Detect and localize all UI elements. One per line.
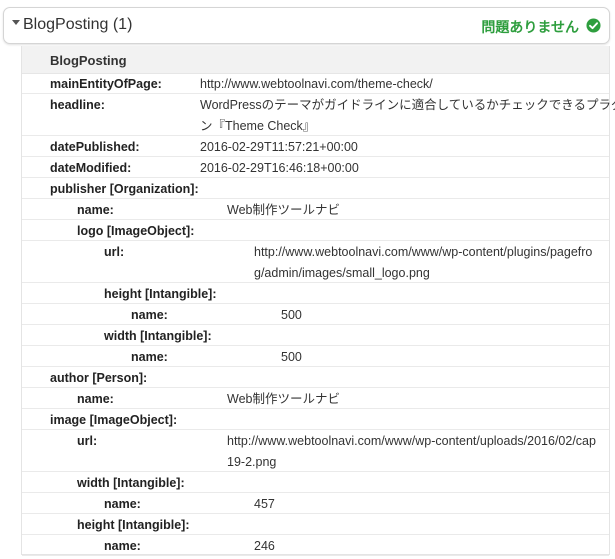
- property-row: height [Intangible]:: [22, 514, 609, 535]
- property-row: dateModified: 2016-02-29T16:46:18+00:00: [22, 157, 609, 178]
- status-text: 問題ありません: [481, 19, 579, 35]
- item-type-bar: BlogPosting: [22, 46, 609, 74]
- property-key: width [Intangible]:: [77, 476, 185, 490]
- property-row: headline: WordPressのテーマがガイドラインに適合しているかチェッ…: [22, 94, 615, 136]
- property-value: 2016-02-29T16:46:18+00:00: [200, 158, 359, 179]
- property-value-line: Web制作ツールナビ: [227, 392, 340, 406]
- property-key: height [Intangible]:: [77, 518, 190, 532]
- property-value: http://www.webtoolnavi.com/theme-check/: [200, 74, 433, 95]
- property-key: author [Person]:: [50, 371, 148, 385]
- property-key: name:: [104, 539, 141, 553]
- property-key: dateModified:: [50, 161, 132, 175]
- property-value: 246: [254, 536, 275, 557]
- property-key: name:: [77, 392, 114, 406]
- property-value: 500: [281, 305, 302, 326]
- property-row: name: 457: [22, 493, 609, 514]
- property-row: height [Intangible]:: [22, 283, 609, 304]
- property-key: datePublished:: [50, 140, 140, 154]
- property-value-line: http://www.webtoolnavi.com/www/wp-conten…: [254, 245, 593, 259]
- property-row: author [Person]:: [22, 367, 609, 388]
- property-key: image [ImageObject]:: [50, 413, 178, 427]
- property-key: publisher [Organization]:: [50, 182, 199, 196]
- property-value-line: 2016-02-29T16:46:18+00:00: [200, 161, 359, 175]
- property-row: name: 246: [22, 535, 609, 556]
- property-row: logo [ImageObject]:: [22, 220, 609, 241]
- property-value: Web制作ツールナビ: [227, 389, 340, 410]
- property-row: name: Web制作ツールナビ: [22, 388, 609, 409]
- property-value-line: 457: [254, 497, 275, 511]
- property-key: url:: [77, 434, 98, 448]
- property-value-line: g/admin/images/small_logo.png: [254, 266, 430, 280]
- property-key: width [Intangible]:: [104, 329, 212, 343]
- property-value: 2016-02-29T11:57:21+00:00: [200, 137, 358, 158]
- property-value: Web制作ツールナビ: [227, 200, 340, 221]
- property-key: logo [ImageObject]:: [77, 224, 195, 238]
- property-key: name:: [131, 350, 168, 364]
- property-value-line: 500: [281, 308, 302, 322]
- result-title[interactable]: BlogPosting (1): [23, 16, 132, 34]
- property-value-line: WordPressのテーマがガイドラインに適合しているかチェックできるプラグイ: [200, 98, 615, 112]
- property-value-line: http://www.webtoolnavi.com/www/wp-conten…: [227, 434, 596, 448]
- property-value-line: 246: [254, 539, 275, 553]
- property-row: publisher [Organization]:: [22, 178, 609, 199]
- property-key: url:: [104, 245, 125, 259]
- property-row: url: http://www.webtoolnavi.com/www/wp-co…: [22, 241, 609, 283]
- property-row: name: 500: [22, 346, 609, 367]
- property-value: 457: [254, 494, 275, 515]
- property-key: name:: [131, 308, 168, 322]
- property-value-line: ン『Theme Check』: [200, 119, 316, 133]
- property-value-line: Web制作ツールナビ: [227, 203, 340, 217]
- property-key: name:: [77, 203, 114, 217]
- property-value-line: http://www.webtoolnavi.com/theme-check/: [200, 77, 433, 91]
- property-value-line: 2016-02-29T11:57:21+00:00: [200, 140, 358, 154]
- property-row: url: http://www.webtoolnavi.com/www/wp-co…: [22, 430, 609, 472]
- result-header[interactable]: BlogPosting (1) 問題ありません: [3, 7, 610, 44]
- property-value-line: 500: [281, 350, 302, 364]
- property-value: WordPressのテーマがガイドラインに適合しているかチェックできるプラグイン…: [200, 95, 615, 137]
- property-row: name: 500: [22, 304, 609, 325]
- property-value-line: 19-2.png: [227, 455, 277, 469]
- property-value: http://www.webtoolnavi.com/www/wp-conten…: [227, 431, 596, 473]
- property-key: height [Intangible]:: [104, 287, 217, 301]
- property-key: mainEntityOfPage:: [50, 77, 162, 91]
- property-row: name: Web制作ツールナビ: [22, 199, 609, 220]
- caret-down-icon[interactable]: [12, 20, 20, 25]
- property-row: width [Intangible]:: [22, 325, 609, 346]
- property-row: width [Intangible]:: [22, 472, 609, 493]
- property-row: image [ImageObject]:: [22, 409, 609, 430]
- property-key: name:: [104, 497, 141, 511]
- property-row: datePublished: 2016-02-29T11:57:21+00:00: [22, 136, 609, 157]
- properties-panel: BlogPosting mainEntityOfPage: http://www.…: [21, 46, 615, 556]
- item-type-label: BlogPosting: [50, 53, 127, 68]
- property-value: http://www.webtoolnavi.com/www/wp-conten…: [254, 242, 592, 284]
- property-value: 500: [281, 347, 302, 368]
- property-key: headline:: [50, 98, 105, 112]
- check-circle-icon: [586, 18, 601, 33]
- property-row: mainEntityOfPage: http://www.webtoolnavi.…: [22, 73, 609, 94]
